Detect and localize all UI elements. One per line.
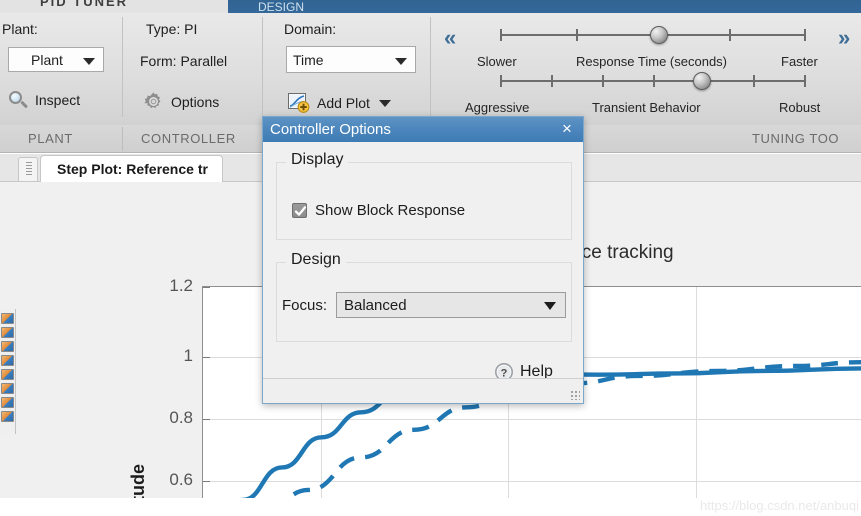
left-icon-palette[interactable]	[0, 309, 16, 434]
y-axis-title: tude	[128, 464, 148, 499]
document-tab-label: Step Plot: Reference tr	[57, 161, 208, 177]
y-tick-label: 0.8	[169, 408, 193, 427]
document-tab-step-plot[interactable]: Step Plot: Reference tr	[40, 155, 223, 182]
show-block-response-label: Show Block Response	[315, 202, 466, 219]
ribbon-tab-background	[358, 0, 861, 13]
section-label-tuning-tools: TUNING TOO	[752, 131, 840, 146]
slider-label-transient-behavior: Transient Behavior	[592, 100, 701, 115]
slider-label-aggressive: Aggressive	[465, 100, 530, 115]
slider-tick	[653, 75, 655, 87]
app-title-partial: PID TUNER	[40, 0, 129, 9]
slider-label-robust: Robust	[779, 100, 821, 115]
focus-select[interactable]: Balanced	[336, 292, 566, 318]
dialog-status-bar	[263, 378, 583, 403]
focus-label: Focus:	[282, 297, 328, 314]
chevron-down-icon	[378, 99, 391, 107]
ribbon-tab-strip: PID TUNER DESIGN	[0, 0, 861, 13]
slider-label-faster: Faster	[781, 54, 818, 69]
design-group-title: Design	[286, 251, 346, 269]
watermark-strip: https://blog.csdn.net/anbuqi	[0, 498, 861, 516]
slider-tick	[804, 75, 806, 87]
ribbon-tab-design-label: DESIGN	[258, 0, 305, 13]
domain-select[interactable]: Time	[286, 46, 416, 73]
transient-behavior-slider[interactable]	[500, 72, 806, 98]
plant-caption: Plant:	[2, 21, 38, 37]
domain-select-value: Time	[293, 51, 324, 68]
ribbon-tab-design[interactable]: DESIGN	[228, 0, 358, 13]
slider-tick	[500, 29, 502, 41]
ribbon-divider-1	[122, 17, 123, 117]
chevron-down-icon	[395, 57, 407, 65]
slider-tick	[804, 29, 806, 41]
tab-drag-handle[interactable]	[18, 157, 38, 181]
response-time-slider[interactable]	[500, 26, 806, 52]
slider-label-slower: Slower	[477, 54, 517, 69]
slider-tick	[753, 75, 755, 87]
y-tick-label: 1	[183, 346, 193, 365]
gear-icon	[143, 91, 164, 112]
add-plot-button-label: Add Plot	[317, 95, 370, 111]
slider-tick	[551, 75, 553, 87]
add-plot-icon	[288, 93, 310, 113]
slider-label-response-time: Response Time (seconds)	[576, 54, 728, 69]
plant-select-value: Plant	[31, 51, 63, 68]
search-icon	[8, 90, 29, 110]
chevron-down-icon	[544, 302, 556, 310]
ribbon: Plant: Plant Inspect Type: PI Form: Para…	[0, 13, 861, 125]
section-label-controller: CONTROLLER	[141, 131, 236, 146]
dialog-body: Display Show Block Response Design Focus…	[263, 142, 583, 381]
ribbon-divider-2	[262, 17, 263, 117]
options-button[interactable]: Options	[143, 91, 219, 112]
watermark-text: https://blog.csdn.net/anbuqi	[699, 498, 859, 513]
slider-tick	[729, 29, 731, 41]
slider-handle[interactable]	[693, 72, 711, 90]
slider-tick	[576, 29, 578, 41]
section-divider-1	[122, 127, 123, 151]
inspect-button[interactable]: Inspect	[8, 90, 80, 110]
show-block-response-row[interactable]: Show Block Response	[292, 202, 465, 219]
pid-tuner-window: PID TUNER DESIGN Plant: Plant Inspect Ty…	[0, 0, 861, 516]
options-button-label: Options	[171, 93, 220, 110]
close-icon[interactable]: ×	[557, 119, 577, 139]
controller-options-dialog: Controller Options × Display Show Block …	[262, 116, 584, 404]
inspect-button-label: Inspect	[35, 92, 81, 108]
section-label-plant: PLANT	[28, 131, 73, 146]
slider-handle[interactable]	[650, 26, 668, 44]
controller-form-label: Form: Parallel	[140, 53, 228, 69]
dialog-title-bar[interactable]: Controller Options ×	[263, 117, 583, 142]
controller-type-label: Type: PI	[146, 21, 198, 37]
collapse-left-icon[interactable]: «	[444, 27, 456, 49]
chevron-down-icon	[83, 57, 95, 65]
ribbon-divider-3	[430, 17, 431, 117]
resize-grip[interactable]	[570, 390, 580, 400]
domain-caption: Domain:	[284, 21, 337, 37]
y-tick-label: 1.2	[169, 276, 193, 295]
checkbox-icon[interactable]	[292, 203, 307, 218]
add-plot-button[interactable]: Add Plot	[288, 93, 391, 113]
plant-select[interactable]: Plant	[8, 47, 104, 72]
display-group: Display	[276, 151, 572, 240]
dialog-title: Controller Options	[270, 121, 391, 138]
collapse-right-icon[interactable]: »	[838, 27, 850, 49]
focus-select-value: Balanced	[344, 296, 407, 314]
slider-tick	[500, 75, 502, 87]
slider-tick	[602, 75, 604, 87]
display-group-title: Display	[286, 151, 349, 169]
